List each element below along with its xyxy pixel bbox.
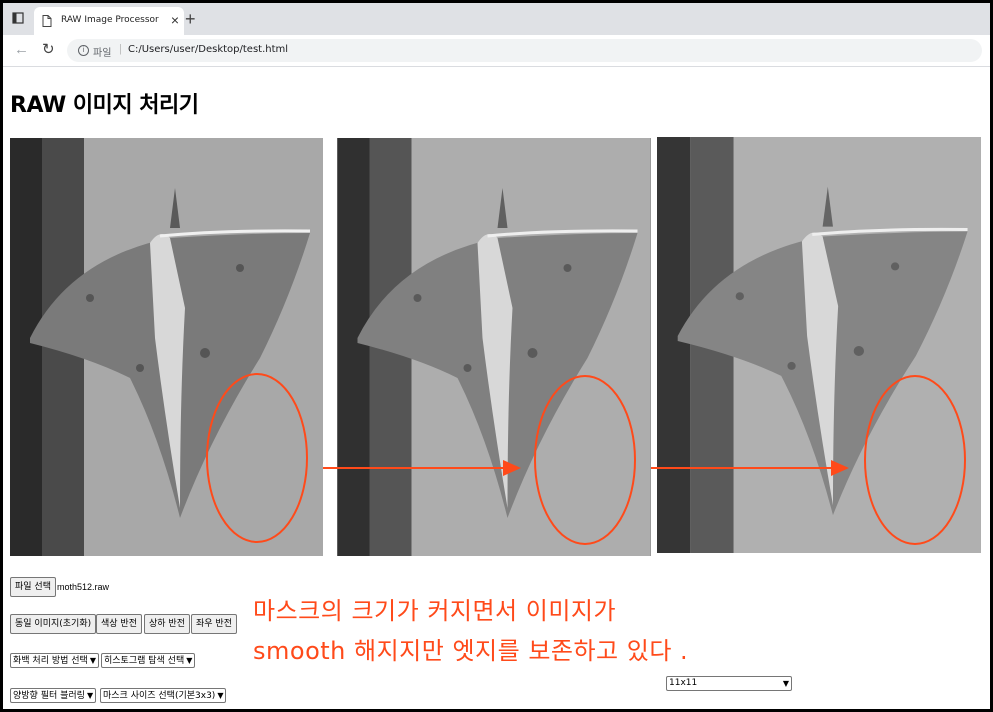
mask-size-value: 마스크 사이즈 선택(기본3x3) <box>103 691 216 701</box>
flip-vertical-button[interactable]: 상하 반전 <box>144 614 190 634</box>
blurring-select[interactable]: 양방향 필터 블러링 ▼ <box>10 688 97 703</box>
file-name: moth512.raw <box>57 582 110 592</box>
page-title: RAW 이미지 처리기 <box>10 93 199 118</box>
address-separator: | <box>119 43 122 55</box>
reset-image-button[interactable]: 동일 이미지(초기화) <box>10 614 97 634</box>
moth-image <box>337 138 651 556</box>
mask-size-select[interactable]: 마스크 사이즈 선택(기본3x3) ▼ <box>100 688 227 703</box>
annotation-note-line-2: smooth 해지지만 엣지를 보존하고 있다 . <box>253 637 689 665</box>
new-tab-icon[interactable]: + <box>185 9 196 29</box>
filtered-canvas-1 <box>337 138 651 556</box>
browser-window: RAW Image Processor × + ← ↻ i 파일 | C:/Us… <box>3 3 990 709</box>
histogram-value: 히스토그램 탐색 선택 <box>104 656 185 666</box>
chevron-down-icon: ▼ <box>186 656 193 665</box>
chevron-down-icon: ▼ <box>217 691 224 700</box>
address-bar[interactable]: i 파일 | C:/Users/user/Desktop/test.html <box>67 39 982 62</box>
histogram-select[interactable]: 히스토그램 탐색 선택 ▼ <box>101 653 196 668</box>
address-toolbar: ← ↻ i 파일 | C:/Users/user/Desktop/test.ht… <box>3 35 990 67</box>
blurring-value: 양방향 필터 블러링 <box>13 691 85 701</box>
mask-value-select[interactable]: 11x11 ▼ <box>666 676 792 691</box>
address-url[interactable]: C:/Users/user/Desktop/test.html <box>128 44 288 55</box>
tab-strip: RAW Image Processor × + <box>3 3 990 35</box>
reload-icon[interactable]: ↻ <box>42 40 55 58</box>
filtered-canvas-2 <box>657 137 981 553</box>
file-select-button[interactable]: 파일 선택 <box>10 577 56 597</box>
window-icon[interactable] <box>11 11 25 25</box>
address-scheme: 파일 <box>93 48 112 59</box>
moth-image <box>657 137 981 553</box>
point-processing-select[interactable]: 화백 처리 방법 선택 ▼ <box>10 653 99 668</box>
tab-title: RAW Image Processor <box>61 15 159 25</box>
tab-raw-image-processor[interactable]: RAW Image Processor × <box>34 7 184 35</box>
page-content: RAW 이미지 처리기 파일 선택 moth512.raw 동일 이미지(초기화… <box>3 67 990 709</box>
mask-value: 11x11 <box>669 678 698 688</box>
chevron-down-icon: ▼ <box>89 656 96 665</box>
annotation-note-line-1: 마스크의 크기가 커지면서 이미지가 <box>253 597 617 625</box>
info-icon[interactable]: i <box>78 45 89 56</box>
invert-color-button[interactable]: 색상 반전 <box>96 614 142 634</box>
chevron-down-icon: ▼ <box>782 679 789 688</box>
original-canvas <box>10 138 323 556</box>
point-processing-value: 화백 처리 방법 선택 <box>13 656 88 666</box>
moth-image <box>10 138 323 556</box>
chevron-down-icon: ▼ <box>86 691 94 700</box>
back-icon[interactable]: ← <box>14 41 29 58</box>
flip-horizontal-button[interactable]: 좌우 반전 <box>191 614 237 634</box>
close-icon[interactable]: × <box>171 12 179 28</box>
page-icon <box>42 14 52 32</box>
